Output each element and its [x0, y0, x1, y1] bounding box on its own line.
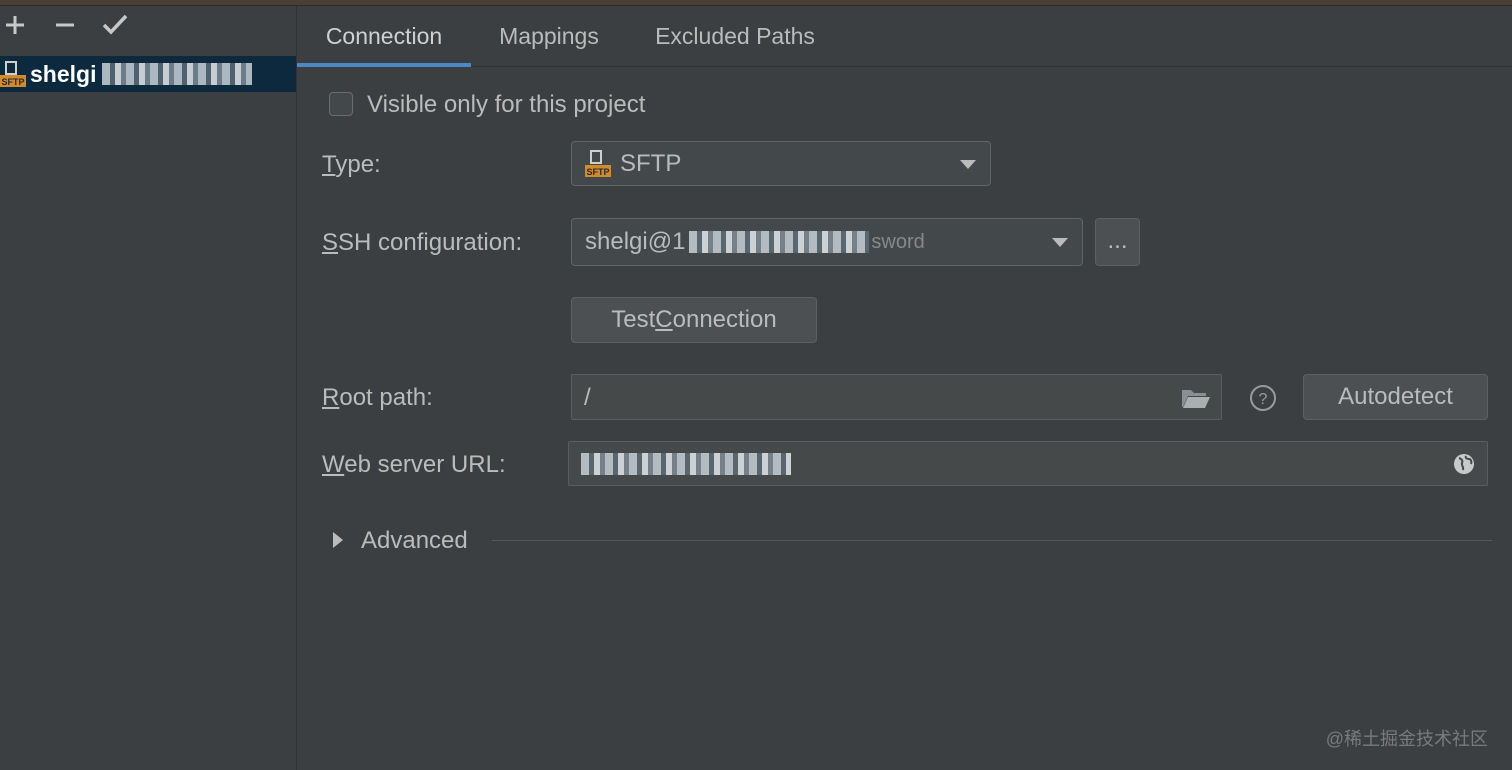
- ssh-config-dropdown[interactable]: shelgi@1 sword: [571, 218, 1083, 266]
- watermark: @稀土掘金技术社区: [1325, 729, 1488, 749]
- web-server-url-label: Web server URL:: [322, 451, 506, 478]
- server-list-panel: SFTP shelgi: [0, 6, 297, 770]
- sftp-server-icon: SFTP: [0, 61, 26, 87]
- plus-icon: [6, 16, 24, 34]
- server-list-toolbar: [0, 6, 296, 48]
- remove-server-button[interactable]: [50, 10, 80, 40]
- tab-mappings[interactable]: Mappings: [477, 6, 621, 66]
- root-path-label: Root path:: [322, 384, 433, 411]
- advanced-separator: [492, 540, 1492, 541]
- svg-text:?: ?: [1259, 391, 1268, 408]
- ssh-config-value: shelgi@1: [585, 228, 686, 255]
- svg-text:SFTP: SFTP: [586, 167, 609, 177]
- help-icon[interactable]: ?: [1249, 384, 1277, 412]
- ssh-config-more-button[interactable]: ...: [1095, 218, 1140, 266]
- ssh-config-suffix: sword: [871, 230, 925, 253]
- advanced-section-label[interactable]: Advanced: [361, 527, 468, 555]
- tab-excluded-paths[interactable]: Excluded Paths: [635, 6, 835, 66]
- type-dropdown[interactable]: SFTP SFTP: [571, 141, 991, 186]
- apply-button[interactable]: [100, 10, 130, 40]
- type-label: Type:: [322, 151, 381, 178]
- redacted-ssh-host: [689, 231, 870, 253]
- folder-icon[interactable]: [1181, 387, 1211, 409]
- server-list-item[interactable]: SFTP shelgi: [0, 56, 296, 92]
- tab-connection[interactable]: Connection: [297, 6, 471, 67]
- sftp-icon-label: SFTP: [1, 77, 24, 87]
- chevron-down-icon: [960, 159, 976, 169]
- redacted-url: [581, 453, 791, 475]
- root-path-input[interactable]: /: [571, 374, 1222, 420]
- autodetect-button[interactable]: Autodetect: [1303, 374, 1488, 420]
- redacted-host: [102, 63, 253, 85]
- globe-icon[interactable]: [1453, 453, 1475, 475]
- visible-only-label: Visible only for this project: [367, 91, 646, 118]
- expand-triangle-icon[interactable]: [332, 531, 344, 549]
- visible-only-checkbox[interactable]: [329, 92, 353, 116]
- server-name: shelgi: [30, 60, 97, 87]
- root-path-value: /: [584, 384, 591, 411]
- web-server-url-input[interactable]: [568, 441, 1488, 486]
- test-connection-button[interactable]: Test Connection: [571, 297, 817, 343]
- checkmark-icon: [102, 14, 128, 35]
- sftp-icon: SFTP: [585, 149, 611, 177]
- type-value: SFTP: [620, 149, 682, 177]
- minus-icon: [56, 23, 74, 27]
- chevron-down-icon: [1052, 238, 1068, 247]
- add-server-button[interactable]: [0, 10, 30, 40]
- ssh-config-label: SSH configuration:: [322, 229, 523, 256]
- tab-bar: Connection Mappings Excluded Paths: [297, 6, 1512, 67]
